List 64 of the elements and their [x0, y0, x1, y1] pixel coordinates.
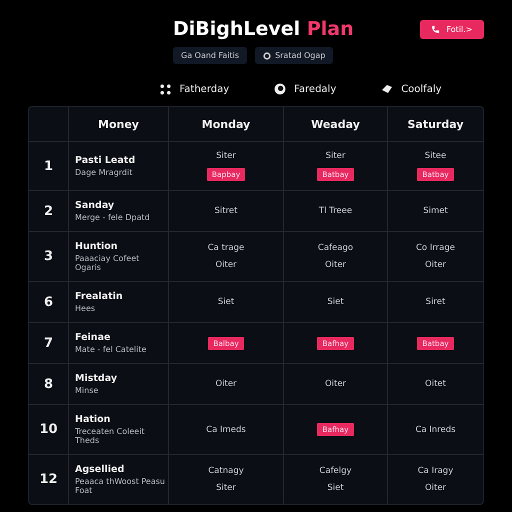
row-title: Huntion — [75, 241, 119, 252]
cell-text: Siet — [218, 297, 234, 307]
row-number: 8 — [44, 376, 54, 392]
cell-text: Ca Inreds — [415, 424, 456, 434]
tag-icon — [381, 84, 394, 94]
row-subtitle: Minse — [75, 386, 100, 395]
cell-text: Siter — [216, 483, 236, 493]
row-number: 3 — [44, 249, 54, 264]
cell-text: Oitet — [425, 379, 446, 389]
cell-text: Oiter — [215, 260, 237, 270]
app-title: DiBighLevel Plan — [173, 18, 354, 40]
legend-label: Fatherday — [179, 84, 230, 94]
cell-text: Co Irrage — [416, 243, 456, 253]
filter-chip[interactable]: Ga Oand Faitis — [173, 47, 248, 64]
row-subtitle: Treceaten Coleeit Theds — [75, 427, 146, 445]
row-subtitle: Merge - fele Dpatd — [75, 213, 151, 222]
cell-text: Cafeago — [318, 243, 354, 253]
cell-text: Siet — [327, 297, 344, 307]
cell-text: Tl Treee — [318, 206, 352, 216]
column-header: Weaday — [311, 118, 360, 130]
cell-text: Siet — [327, 483, 344, 493]
legend-label: Coolfaly — [401, 84, 442, 94]
cell-text: Oiter — [424, 483, 446, 493]
row-subtitle: Mate - fel Catelite — [75, 345, 148, 354]
cell-text: Ca Iragy — [418, 466, 454, 476]
row-subtitle: Dage Mragrdit — [75, 168, 134, 177]
column-header: Money — [98, 118, 139, 130]
cell-text: Sitret — [214, 206, 238, 216]
cell-text: Oiter — [324, 260, 346, 270]
legend-label: Faredaly — [294, 84, 336, 94]
filter-chip[interactable]: Sratad Ogap — [255, 47, 334, 64]
cell-text: Siter — [216, 151, 236, 161]
cell-text: Oiter — [424, 260, 446, 270]
row-title: Feinae — [75, 332, 112, 343]
row-subtitle: Paaaciay Cofeet Ogaris — [75, 254, 140, 272]
cell-text: Cafelgy — [319, 466, 352, 476]
cell-text: Simet — [423, 206, 448, 216]
row-title: Sanday — [75, 200, 116, 211]
cell-text: Catnagy — [208, 466, 244, 476]
column-header: Saturday — [408, 118, 464, 130]
cell-text: Siret — [426, 297, 446, 307]
row-title: Frealatin — [75, 291, 124, 302]
cell-text: Siter — [326, 151, 346, 161]
cell-text: Oiter — [215, 379, 237, 389]
action-button[interactable]: Fotil.> — [420, 20, 484, 38]
row-title: Hation — [75, 414, 112, 425]
phone-icon — [431, 24, 440, 34]
row-number: 7 — [44, 336, 54, 350]
row-number: 1 — [44, 158, 54, 174]
cell-text: Ca trage — [208, 243, 244, 253]
dots-icon — [160, 84, 172, 94]
row-subtitle: Peaaca thWoost Peasu Foat — [75, 477, 165, 495]
row-title: Agsellied — [75, 464, 126, 475]
cell-text: Ca Imeds — [206, 424, 246, 434]
row-subtitle: Hees — [75, 304, 96, 313]
column-header: Monday — [202, 118, 250, 130]
cell-text: Sitee — [424, 151, 446, 161]
row-title: Mistday — [75, 373, 118, 384]
row-number: 2 — [44, 204, 54, 218]
row-number: 6 — [44, 294, 54, 310]
row-number: 12 — [39, 472, 58, 487]
row-number: 10 — [39, 422, 58, 437]
cell-text: Oiter — [324, 379, 346, 389]
row-title: Pasti Leatd — [75, 155, 136, 166]
